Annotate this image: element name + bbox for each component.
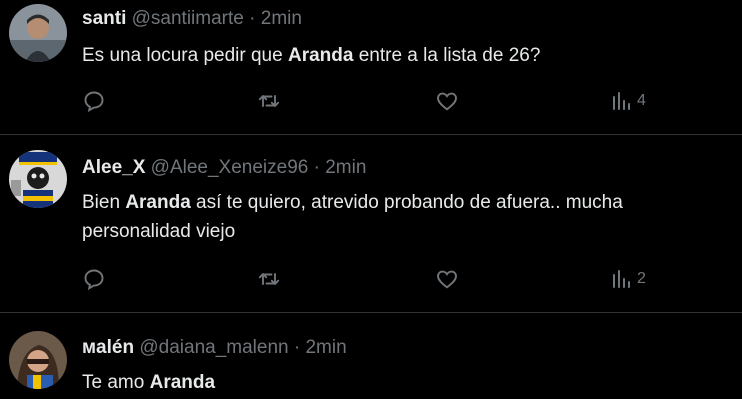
timestamp[interactable]: 2min [325, 157, 366, 178]
author-handle[interactable]: @santiimarte [132, 8, 244, 29]
views-count: 4 [637, 92, 646, 109]
separator: · [288, 337, 306, 358]
views-button[interactable]: 2 [609, 266, 646, 292]
views-icon [613, 92, 630, 110]
views-button[interactable]: 4 [609, 88, 646, 114]
like-icon [437, 270, 457, 289]
retweet-button[interactable] [257, 88, 281, 114]
author-name[interactable]: santi [82, 8, 126, 29]
separator: · [308, 157, 326, 178]
highlight-term: Aranda [149, 372, 216, 393]
separator: · [243, 8, 261, 29]
author-name[interactable]: мalén [82, 337, 134, 358]
tweet-text: Es una locura pedir que Aranda entre a l… [82, 41, 732, 70]
retweet-button[interactable] [257, 266, 281, 292]
tweet-3[interactable]: мalén @daiana_malenn · 2min Te amo Arand… [0, 313, 742, 399]
timestamp[interactable]: 2min [261, 8, 302, 29]
retweet-icon [258, 273, 280, 285]
highlight-term: Aranda [125, 192, 191, 213]
like-button[interactable] [435, 266, 459, 292]
tweet-text-part: Bien [82, 192, 126, 213]
tweet-actions: 4 [82, 88, 702, 114]
reply-icon [84, 269, 104, 291]
like-icon [437, 92, 457, 111]
reply-button[interactable] [82, 88, 106, 114]
author-name[interactable]: Alee_X [82, 157, 145, 178]
tweet-text-part: entre a la lista de 26? [353, 45, 541, 66]
tweet-text: Te amo Aranda [82, 368, 732, 397]
views-count: 2 [637, 270, 646, 287]
timestamp[interactable]: 2min [305, 337, 346, 358]
tweet-text: Bien Aranda así te quiero, atrevido prob… [82, 188, 732, 246]
author-handle[interactable]: @daiana_malenn [139, 337, 288, 358]
tweet-text-part: Te amo [82, 372, 150, 393]
tweet-text-part: Es una locura pedir que [82, 45, 288, 66]
avatar[interactable] [9, 331, 67, 389]
views-icon [613, 270, 630, 288]
reply-button[interactable] [82, 266, 106, 292]
avatar[interactable] [9, 4, 67, 62]
highlight-term: Aranda [287, 45, 354, 66]
avatar[interactable] [9, 150, 67, 208]
like-button[interactable] [435, 88, 459, 114]
reply-icon [84, 91, 104, 113]
retweet-icon [258, 95, 280, 107]
tweet-2[interactable]: Alee_X @Alee_Xeneize96 · 2min Bien Arand… [0, 135, 742, 312]
tweet-1[interactable]: santi @santiimarte · 2min Es una locura … [0, 0, 742, 134]
tweet-actions: 2 [82, 266, 702, 292]
author-handle[interactable]: @Alee_Xeneize96 [151, 157, 309, 178]
